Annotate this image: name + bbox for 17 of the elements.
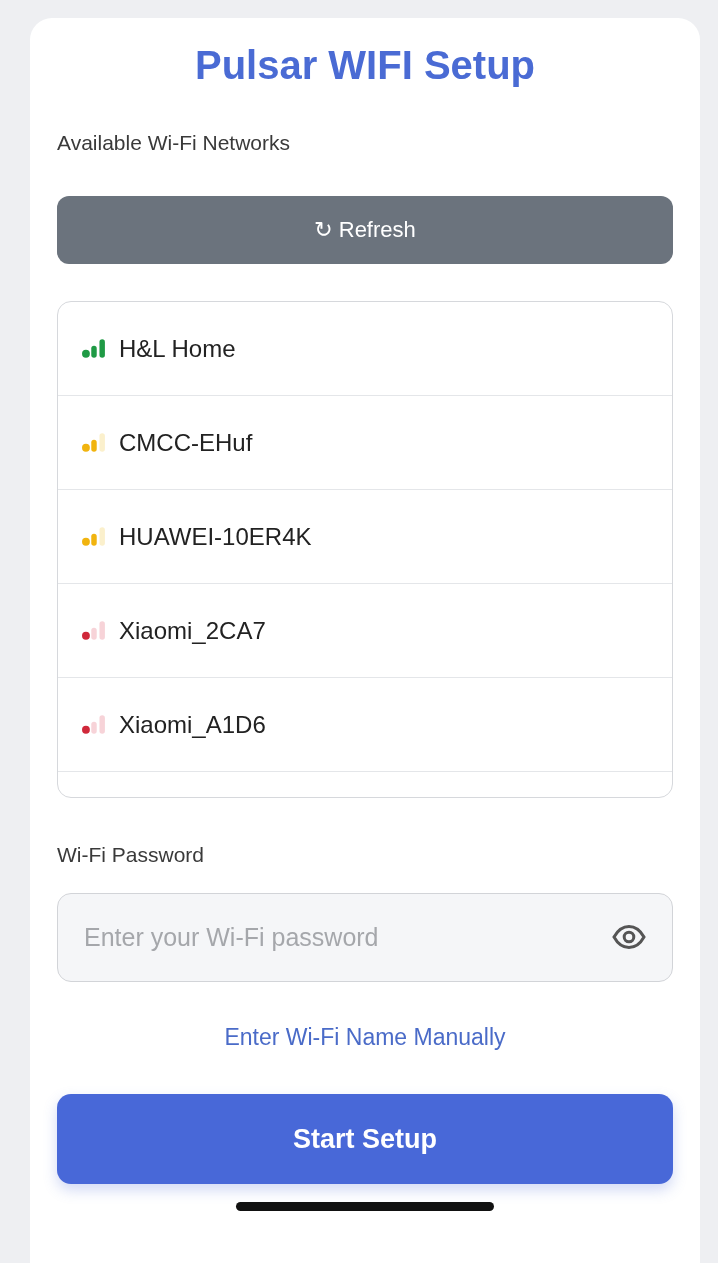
start-setup-button[interactable]: Start Setup xyxy=(57,1094,673,1184)
network-name: HUAWEI‑10ER4K xyxy=(119,522,312,551)
network-item[interactable]: Xiaomi_A1D6 xyxy=(58,678,672,772)
network-name: CMCC‑EHuf xyxy=(119,428,253,457)
refresh-button[interactable]: ↻ Refresh xyxy=(57,196,673,264)
network-name: H&L Home xyxy=(119,334,236,363)
manual-entry-link[interactable]: Enter Wi‑Fi Name Manually xyxy=(224,1024,506,1050)
password-field[interactable]: Enter your Wi‑Fi password xyxy=(57,893,673,982)
network-item[interactable]: Xiaomi_2CA7 xyxy=(58,584,672,678)
network-item[interactable]: H&L Home xyxy=(58,302,672,396)
network-name: Xiaomi_A1D6 xyxy=(119,710,266,739)
network-item[interactable]: CMCC‑EHuf xyxy=(58,396,672,490)
network-item[interactable]: HUAWEI‑10ER4K xyxy=(58,490,672,584)
password-label: Wi‑Fi Password xyxy=(57,842,205,868)
page-title: Pulsar WIFI Setup xyxy=(193,42,536,89)
network-name: Xiaomi_2CA7 xyxy=(119,616,266,645)
networks-label: Available Wi‑Fi Networks xyxy=(57,130,291,156)
